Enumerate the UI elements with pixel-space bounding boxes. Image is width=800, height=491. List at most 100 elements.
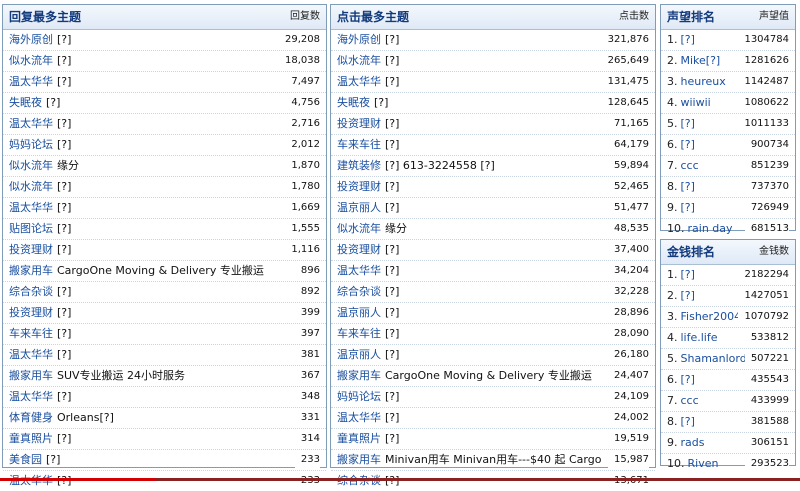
forum-link[interactable]: 温京丽人 [337, 201, 381, 214]
forum-link[interactable]: 童真照片 [9, 432, 53, 445]
forum-link[interactable]: 温太华华 [337, 264, 381, 277]
user-link[interactable]: [?] [681, 33, 695, 46]
topic-title-link[interactable]: [?] [374, 96, 388, 109]
user-link[interactable]: [?] [681, 201, 695, 214]
topic-title-link[interactable]: [?] [46, 453, 60, 466]
forum-link[interactable]: 投资理财 [337, 243, 381, 256]
topic-title-link[interactable]: [?] 613-3224558 [?] [385, 159, 495, 172]
forum-link[interactable]: 温京丽人 [337, 306, 381, 319]
forum-link[interactable]: 建筑装修 [337, 159, 381, 172]
forum-link[interactable]: 搬家用车 [337, 369, 381, 382]
topic-title-link[interactable]: [?] [385, 180, 399, 193]
topic-title-link[interactable]: [?] [385, 285, 399, 298]
forum-link[interactable]: 失眠夜 [337, 96, 370, 109]
forum-link[interactable]: 投资理财 [9, 243, 53, 256]
forum-link[interactable]: 温太华华 [9, 390, 53, 403]
topic-title-link[interactable]: [?] [385, 327, 399, 340]
forum-link[interactable]: 温太华华 [9, 348, 53, 361]
user-link[interactable]: ccc [681, 394, 699, 407]
forum-link[interactable]: 温太华华 [337, 411, 381, 424]
topic-title-link[interactable]: [?] [57, 75, 71, 88]
forum-link[interactable]: 车来车往 [9, 327, 53, 340]
forum-link[interactable]: 温太华华 [9, 201, 53, 214]
topic-title-link[interactable]: [?] [385, 390, 399, 403]
topic-title-link[interactable]: [?] [385, 54, 399, 67]
user-link[interactable]: heureux [681, 75, 726, 88]
user-link[interactable]: [?] [681, 289, 695, 302]
user-link[interactable]: Shamanlord [681, 352, 747, 365]
forum-link[interactable]: 车来车往 [337, 138, 381, 151]
topic-title-link[interactable]: [?] [57, 33, 71, 46]
topic-title-link[interactable]: [?] [57, 117, 71, 130]
user-link[interactable]: rain day [688, 222, 733, 235]
forum-link[interactable]: 搬家用车 [9, 369, 53, 382]
forum-link[interactable]: 美食园 [9, 453, 42, 466]
topic-title-link[interactable]: [?] [57, 201, 71, 214]
user-link[interactable]: [?] [681, 268, 695, 281]
forum-link[interactable]: 综合杂谈 [337, 285, 381, 298]
topic-title-link[interactable]: CargoOne Moving & Delivery 专业搬运 [385, 369, 592, 382]
user-link[interactable]: [?] [681, 373, 695, 386]
topic-title-link[interactable]: [?] [385, 117, 399, 130]
user-link[interactable]: [?] [681, 415, 695, 428]
topic-title-link[interactable]: [?] [385, 348, 399, 361]
topic-title-link[interactable]: SUV专业搬运 24小时服务 [57, 369, 185, 382]
user-link[interactable]: Fisher2004 [681, 310, 742, 323]
topic-title-link[interactable]: [?] [57, 285, 71, 298]
forum-link[interactable]: 童真照片 [337, 432, 381, 445]
topic-title-link[interactable]: Orleans[?] [57, 411, 114, 424]
topic-title-link[interactable]: [?] [385, 306, 399, 319]
topic-title-link[interactable]: [?] [385, 138, 399, 151]
forum-link[interactable]: 温太华华 [9, 117, 53, 130]
forum-link[interactable]: 似水流年 [9, 180, 53, 193]
user-link[interactable]: [?] [681, 180, 695, 193]
topic-title-link[interactable]: [?] [57, 243, 71, 256]
topic-title-link[interactable]: [?] [57, 306, 71, 319]
forum-link[interactable]: 体育健身 [9, 411, 53, 424]
user-link[interactable]: Mike[?] [681, 54, 721, 67]
forum-link[interactable]: 妈妈论坛 [337, 390, 381, 403]
topic-title-link[interactable]: [?] [57, 54, 71, 67]
user-link[interactable]: [?] [681, 117, 695, 130]
forum-link[interactable]: 搬家用车 [9, 264, 53, 277]
topic-title-link[interactable]: Minivan用车 Minivan用车---$40 起 Cargo [385, 453, 601, 466]
forum-link[interactable]: 投资理财 [9, 306, 53, 319]
forum-link[interactable]: 投资理财 [337, 180, 381, 193]
user-link[interactable]: wiiwii [681, 96, 711, 109]
topic-title-link[interactable]: [?] [385, 264, 399, 277]
user-link[interactable]: rads [681, 436, 705, 449]
topic-title-link[interactable]: 缘分 [57, 159, 79, 172]
forum-link[interactable]: 温京丽人 [337, 348, 381, 361]
topic-title-link[interactable]: [?] [57, 432, 71, 445]
forum-link[interactable]: 海外原创 [337, 33, 381, 46]
forum-link[interactable]: 贴图论坛 [9, 222, 53, 235]
topic-title-link[interactable]: [?] [385, 432, 399, 445]
topic-title-link[interactable]: [?] [57, 180, 71, 193]
topic-title-link[interactable]: [?] [57, 222, 71, 235]
topic-title-link[interactable]: [?] [46, 96, 60, 109]
user-link[interactable]: ccc [681, 159, 699, 172]
user-link[interactable]: [?] [681, 138, 695, 151]
forum-link[interactable]: 似水流年 [337, 222, 381, 235]
user-link[interactable]: life.life [681, 331, 718, 344]
topic-title-link[interactable]: [?] [57, 138, 71, 151]
forum-link[interactable]: 投资理财 [337, 117, 381, 130]
forum-link[interactable]: 车来车往 [337, 327, 381, 340]
topic-title-link[interactable]: [?] [385, 201, 399, 214]
forum-link[interactable]: 似水流年 [337, 54, 381, 67]
forum-link[interactable]: 温太华华 [337, 75, 381, 88]
user-link[interactable]: Riven [688, 457, 719, 470]
forum-link[interactable]: 海外原创 [9, 33, 53, 46]
topic-title-link[interactable]: CargoOne Moving & Delivery 专业搬运 [57, 264, 264, 277]
forum-link[interactable]: 搬家用车 [337, 453, 381, 466]
topic-title-link[interactable]: [?] [57, 390, 71, 403]
forum-link[interactable]: 似水流年 [9, 54, 53, 67]
forum-link[interactable]: 温太华华 [9, 75, 53, 88]
forum-link[interactable]: 失眠夜 [9, 96, 42, 109]
topic-title-link[interactable]: [?] [385, 75, 399, 88]
topic-title-link[interactable]: [?] [57, 327, 71, 340]
topic-title-link[interactable]: [?] [385, 243, 399, 256]
forum-link[interactable]: 妈妈论坛 [9, 138, 53, 151]
topic-title-link[interactable]: [?] [385, 411, 399, 424]
topic-title-link[interactable]: 缘分 [385, 222, 407, 235]
